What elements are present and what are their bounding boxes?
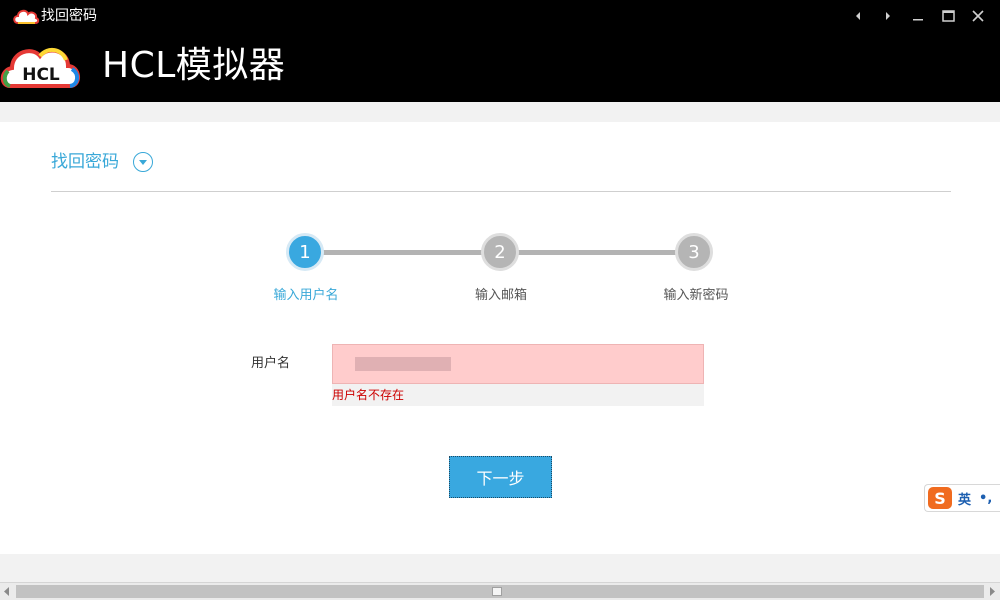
step-3-indicator: 3	[675, 233, 713, 271]
form-panel: 找回密码 1 2 3 输入用户名 输入邮箱 输入新密码 用户名 用户名不存在 下…	[0, 122, 1000, 554]
hcl-logo: HCL	[0, 47, 80, 88]
step-connector	[517, 250, 677, 255]
app-name: HCL模拟器	[102, 45, 286, 86]
ime-punctuation[interactable]: •,	[979, 491, 992, 506]
username-field-box	[332, 344, 704, 384]
sogou-s-icon: S	[928, 487, 952, 509]
scrollbar-grip[interactable]	[492, 587, 502, 596]
username-error: 用户名不存在	[332, 388, 405, 402]
scroll-left-icon[interactable]	[3, 587, 11, 596]
username-input[interactable]	[333, 345, 703, 383]
step-3-label: 输入新密码	[663, 288, 729, 303]
svg-text:S: S	[934, 489, 946, 508]
window-titlebar: 找回密码	[0, 0, 1000, 32]
scroll-right-icon[interactable]	[988, 587, 996, 596]
step-connector	[322, 250, 482, 255]
horizontal-scrollbar[interactable]	[0, 582, 1000, 600]
next-step-button[interactable]: 下一步	[449, 456, 552, 498]
step-1-indicator: 1	[286, 233, 324, 271]
chevron-down-icon[interactable]	[133, 152, 153, 172]
nav-prev-icon[interactable]	[847, 5, 869, 27]
cloud-logo-icon	[13, 9, 40, 24]
step-2-label: 输入邮箱	[474, 288, 527, 303]
app-header: HCL HCL模拟器	[0, 32, 1000, 102]
close-icon[interactable]	[967, 5, 989, 27]
svg-text:HCL: HCL	[22, 65, 60, 85]
step-number: 2	[494, 241, 506, 263]
step-number: 1	[299, 241, 311, 263]
username-label: 用户名	[251, 356, 291, 371]
error-area: 用户名不存在	[332, 384, 704, 406]
minimize-icon[interactable]	[907, 5, 929, 27]
main-content: 找回密码 1 2 3 输入用户名 输入邮箱 输入新密码 用户名 用户名不存在 下…	[0, 102, 1000, 582]
step-number: 3	[688, 241, 700, 263]
nav-next-icon[interactable]	[877, 5, 899, 27]
divider	[51, 191, 951, 192]
ime-toolbar[interactable]: S 英 •,	[924, 484, 1000, 512]
page-title: 找回密码	[51, 152, 119, 172]
ime-language[interactable]: 英	[958, 489, 971, 508]
window-title: 找回密码	[41, 8, 97, 24]
step-2-indicator: 2	[481, 233, 519, 271]
step-1-label: 输入用户名	[273, 288, 339, 303]
maximize-icon[interactable]	[937, 5, 959, 27]
